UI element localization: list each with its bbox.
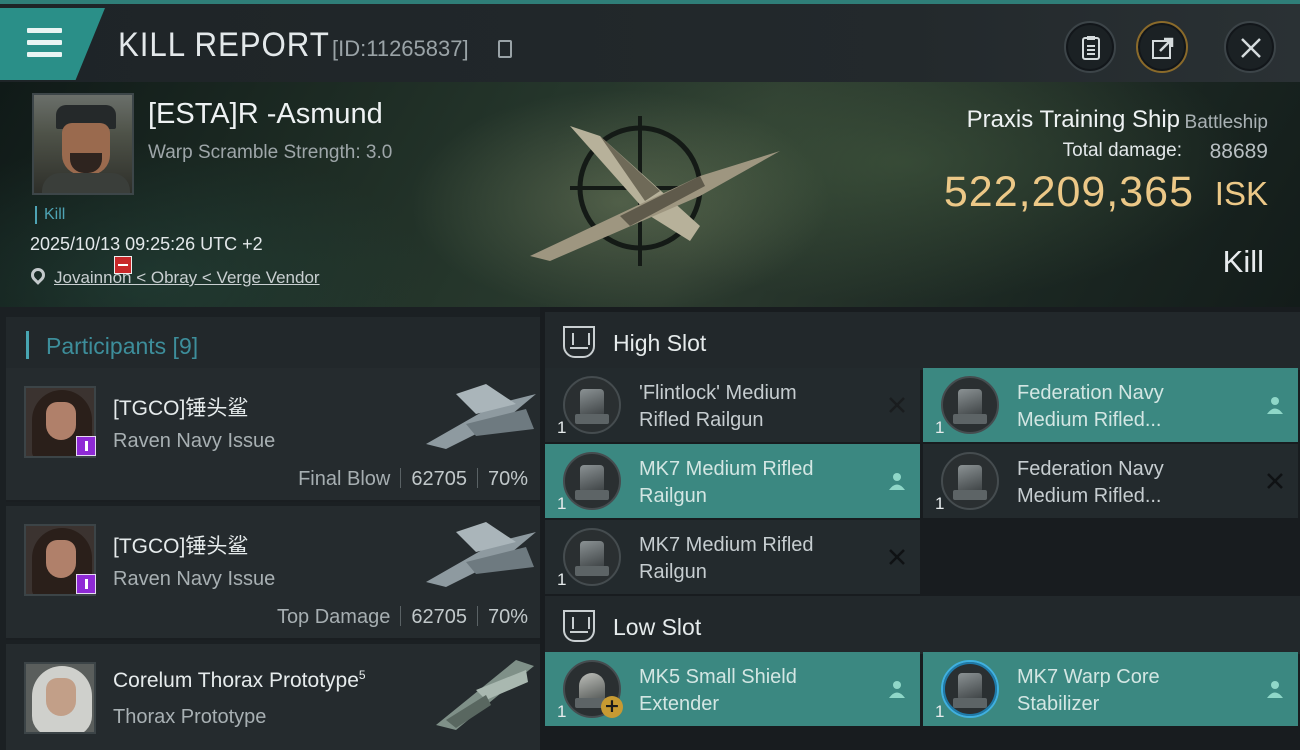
participant-ship: Raven Navy Issue — [113, 568, 276, 590]
destroyed-icon — [1267, 473, 1283, 489]
module-quantity: 1 — [557, 570, 567, 589]
copy-icon[interactable] — [498, 40, 512, 58]
location-pin-icon — [28, 265, 48, 285]
participant-ship-image — [426, 384, 536, 449]
participant-name: [TGCO]锤头鲨 — [113, 397, 249, 420]
participant-card[interactable]: [TGCO]锤头鲨 Raven Navy Issue Final Blow 627… — [6, 368, 540, 502]
railgun-icon — [941, 376, 999, 434]
module-item[interactable]: 1 'Flintlock' Medium Rifled Railgun — [545, 368, 920, 442]
kill-result-label: Kill — [1222, 244, 1264, 279]
module-name: Federation Navy Medium Rifled... — [1017, 382, 1164, 431]
hamburger-icon — [27, 28, 62, 33]
participants-panel: Participants [9] [TGCO]锤头鲨 Raven Navy Is… — [0, 307, 540, 750]
share-icon — [1152, 37, 1174, 59]
module-quantity: 1 — [557, 418, 567, 437]
dropped-person-icon — [889, 473, 905, 490]
player-badge-icon — [76, 436, 96, 456]
player-badge-icon — [76, 574, 96, 594]
high-slot-title: High Slot — [613, 330, 707, 356]
low-slot-icon — [563, 610, 595, 642]
participant-damage: 62705 — [411, 468, 467, 490]
clipboard-icon — [1082, 36, 1100, 60]
module-quantity: 1 — [557, 494, 567, 513]
module-quantity: 1 — [557, 702, 567, 721]
module-name: MK7 Warp Core Stabilizer — [1017, 666, 1160, 715]
module-item[interactable]: 1 MK7 Medium Rifled Railgun — [545, 520, 920, 594]
victim-ship-class: Battleship — [1184, 112, 1268, 133]
victim-ship-name[interactable]: Praxis Training Ship — [967, 106, 1180, 134]
module-quantity: 1 — [935, 494, 945, 513]
module-quantity: 1 — [935, 702, 945, 721]
participant-ship-image — [426, 522, 536, 587]
module-name: 'Flintlock' Medium Rifled Railgun — [639, 382, 797, 431]
isk-value: 522,209,365 — [943, 168, 1194, 216]
participants-header: Participants [9] — [6, 317, 540, 373]
low-slot-title: Low Slot — [613, 614, 702, 640]
railgun-icon — [563, 452, 621, 510]
participant-damage: 62705 — [411, 606, 467, 628]
participant-ship-image — [436, 660, 534, 730]
close-button[interactable] — [1224, 21, 1276, 73]
railgun-icon — [563, 528, 621, 586]
module-name: MK5 Small Shield Extender — [639, 666, 797, 715]
participant-ship: Thorax Prototype — [113, 706, 267, 728]
victim-ship-image — [530, 116, 780, 266]
participant-percent: 70% — [487, 606, 528, 628]
high-slot-header: High Slot — [545, 312, 1300, 370]
plus-badge-icon: + — [601, 696, 623, 718]
destroyed-icon — [889, 549, 905, 565]
total-damage-value: 88689 — [1209, 140, 1268, 163]
participant-ship: Raven Navy Issue — [113, 430, 276, 452]
participant-role: Top Damage — [276, 606, 391, 628]
dropped-person-icon — [1267, 681, 1283, 698]
module-name: Federation Navy Medium Rifled... — [1017, 458, 1164, 507]
participant-percent: 70% — [487, 468, 528, 490]
participants-title: Participants [9] — [46, 333, 199, 359]
kill-summary-banner: [ESTA]R -Asmund Warp Scramble Strength: … — [0, 82, 1300, 307]
warp-core-stabilizer-icon — [941, 660, 999, 718]
menu-button[interactable] — [0, 8, 105, 80]
kill-tag: Kill — [35, 206, 65, 224]
module-item[interactable]: 1 Federation Navy Medium Rifled... — [923, 368, 1298, 442]
share-button[interactable] — [1136, 21, 1188, 73]
dropped-person-icon — [889, 681, 905, 698]
kill-datetime: 2025/10/13 09:25:26 UTC +2 — [30, 234, 263, 254]
victim-avatar[interactable] — [32, 93, 134, 195]
top-bar: KILL REPORT [ID:11265837] — [0, 0, 1300, 82]
participant-stats: Top Damage 62705 70% — [277, 606, 528, 629]
total-damage-label: Total damage: — [1062, 140, 1182, 161]
railgun-icon — [941, 452, 999, 510]
participant-name: [TGCO]锤头鲨 — [113, 535, 249, 558]
kill-location-link[interactable]: Jovainnon < Obray < Verge Vendor — [54, 268, 320, 288]
page-title: KILL REPORT — [118, 26, 330, 64]
participant-card[interactable]: Corelum Thorax Prototype5 Thorax Prototy… — [6, 644, 540, 750]
report-id: [ID:11265837] — [332, 36, 469, 61]
isk-unit: ISK — [1214, 175, 1268, 212]
fitting-panel: High Slot 1 'Flintlock' Medium Rifled Rai… — [540, 307, 1300, 750]
high-slot-icon — [563, 326, 595, 358]
participant-card[interactable]: [TGCO]锤头鲨 Raven Navy Issue Top Damage 627… — [6, 506, 540, 640]
module-item[interactable]: 1 MK7 Warp Core Stabilizer — [923, 652, 1298, 726]
participant-name: Corelum Thorax Prototype5 — [113, 668, 366, 692]
low-slot-header: Low Slot — [545, 596, 1300, 654]
participant-avatar[interactable] — [24, 662, 96, 734]
clipboard-button[interactable] — [1064, 21, 1116, 73]
warp-scramble-strength: Warp Scramble Strength: 3.0 — [148, 142, 393, 163]
module-name: MK7 Medium Rifled Railgun — [639, 534, 814, 583]
railgun-icon — [563, 376, 621, 434]
close-icon — [1241, 38, 1261, 58]
module-name: MK7 Medium Rifled Railgun — [639, 458, 814, 507]
participant-role: Final Blow — [298, 468, 391, 490]
module-item[interactable]: + 1 MK5 Small Shield Extender — [545, 652, 920, 726]
victim-name[interactable]: [ESTA]R -Asmund — [148, 98, 383, 131]
module-item[interactable]: 1 Federation Navy Medium Rifled... — [923, 444, 1298, 518]
destroyed-icon — [889, 397, 905, 413]
module-item[interactable]: 1 MK7 Medium Rifled Railgun — [545, 444, 920, 518]
dropped-person-icon — [1267, 397, 1283, 414]
participant-name-superscript: 5 — [358, 668, 366, 682]
module-quantity: 1 — [935, 418, 945, 437]
participant-stats: Final Blow 62705 70% — [298, 468, 528, 491]
